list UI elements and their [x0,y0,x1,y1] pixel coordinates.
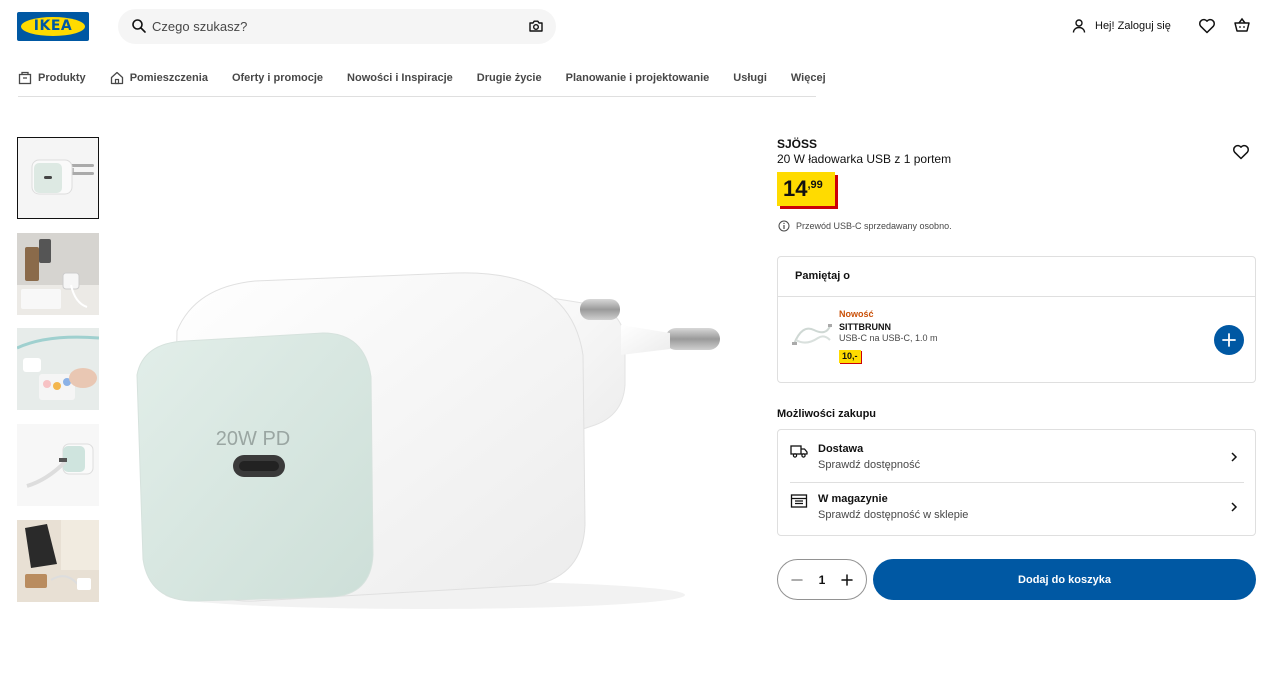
logo-text: IKEA [33,18,73,34]
nav-item-planowanie[interactable]: Planowanie i projektowanie [566,66,710,90]
remember-title: Pamiętaj o [795,270,851,282]
nav-item-wiecej[interactable]: Więcej [791,66,826,90]
quantity-stepper[interactable]: 1 [777,559,867,600]
nav-label: Nowości i Inspiracje [347,72,453,84]
price-main: 14 [783,176,808,201]
house-icon [110,71,123,85]
cart-icon[interactable] [1232,16,1252,36]
new-badge: Nowość [839,309,874,319]
plus-icon [1222,333,1236,347]
user-icon [1072,19,1086,33]
chevron-right-icon [1231,502,1238,512]
price-tag: 14 ,99 [777,172,835,206]
product-note: Przewód USB-C sprzedawany osobno. [778,220,952,232]
nav-item-uslugi[interactable]: Usługi [733,66,767,90]
option-subtitle: Sprawdź dostępność [818,459,921,471]
plus-icon [841,573,853,586]
charger-cable-image [17,424,99,506]
thumbnail-charger-front[interactable] [17,137,99,219]
heart-icon[interactable] [1231,142,1251,162]
chevron-right-icon [1231,452,1238,462]
ikea-logo[interactable]: IKEA [17,12,89,41]
product-description: 20 W ładowarka USB z 1 portem [777,152,952,166]
nav-item-drugie-zycie[interactable]: Drugie życie [477,66,542,90]
truck-icon [790,445,808,458]
charger-print-text: 20W PD [216,428,290,450]
login-label: Hej! Zaloguj się [1095,20,1171,32]
nav-label: Planowanie i projektowanie [565,72,710,84]
box-icon [18,71,32,85]
lifestyle-cables-image [17,328,99,410]
nav-label: Usługi [733,72,767,84]
add-to-cart-button[interactable]: Dodaj do koszyka [873,559,1256,600]
increase-quantity-button[interactable] [840,573,854,587]
option-title: Dostawa [818,443,864,455]
search-icon [132,19,146,33]
thumbnail-lifestyle-cables[interactable] [17,328,99,410]
bag-contents-image [17,520,99,602]
cable-image[interactable] [792,320,832,350]
option-subtitle: Sprawdź dostępność w sklepie [818,509,969,521]
main-product-image: 20W PD [136,272,720,609]
search-input[interactable] [152,9,512,44]
decrease-quantity-button[interactable] [790,573,804,587]
heart-icon[interactable] [1197,16,1217,36]
divider [790,482,1244,483]
nav-label: Produkty [38,72,86,84]
logo-oval: IKEA [21,17,85,36]
charger-thumbnail-image [31,159,94,195]
nav-item-pomieszczenia[interactable]: Pomieszczenia [110,66,208,90]
quantity-value[interactable]: 1 [819,573,826,587]
main-nav: Produkty Pomieszczenia Oferty i promocje… [18,66,826,97]
nav-label: Drugie życie [476,72,542,84]
price-decimal: ,99 [807,179,823,191]
search-bar[interactable] [118,9,556,44]
nav-item-produkty[interactable]: Produkty [18,66,86,90]
login-link[interactable]: Hej! Zaloguj się [1071,16,1171,36]
product-brand: SJÖSS [777,137,818,151]
thumbnail-charger-cable[interactable] [17,424,99,506]
recommended-product-description: USB-C na USB-C, 1.0 m [839,333,938,343]
purchase-options-title: Możliwości zakupu [777,408,877,420]
recommended-product-price: 10,- [839,350,861,363]
nav-label: Pomieszczenia [129,72,208,84]
camera-icon[interactable] [528,18,544,34]
thumbnail-bag-contents[interactable] [17,520,99,602]
divider [778,296,1255,297]
store-icon [790,494,808,508]
recommended-product-name[interactable]: SITTBRUNN [839,322,891,332]
minus-icon [791,578,803,581]
nav-label: Więcej [790,72,826,84]
nav-label: Oferty i promocje [231,72,324,84]
wall-socket-image [17,233,99,315]
nav-item-nowosci[interactable]: Nowości i Inspiracje [347,66,453,90]
note-text: Przewód USB-C sprzedawany osobno. [796,221,952,231]
info-icon [778,220,790,232]
thumbnail-wall-socket[interactable] [17,233,99,315]
add-to-cart-small-button[interactable] [1214,325,1244,355]
option-title: W magazynie [818,493,888,505]
nav-item-oferty[interactable]: Oferty i promocje [232,66,323,90]
